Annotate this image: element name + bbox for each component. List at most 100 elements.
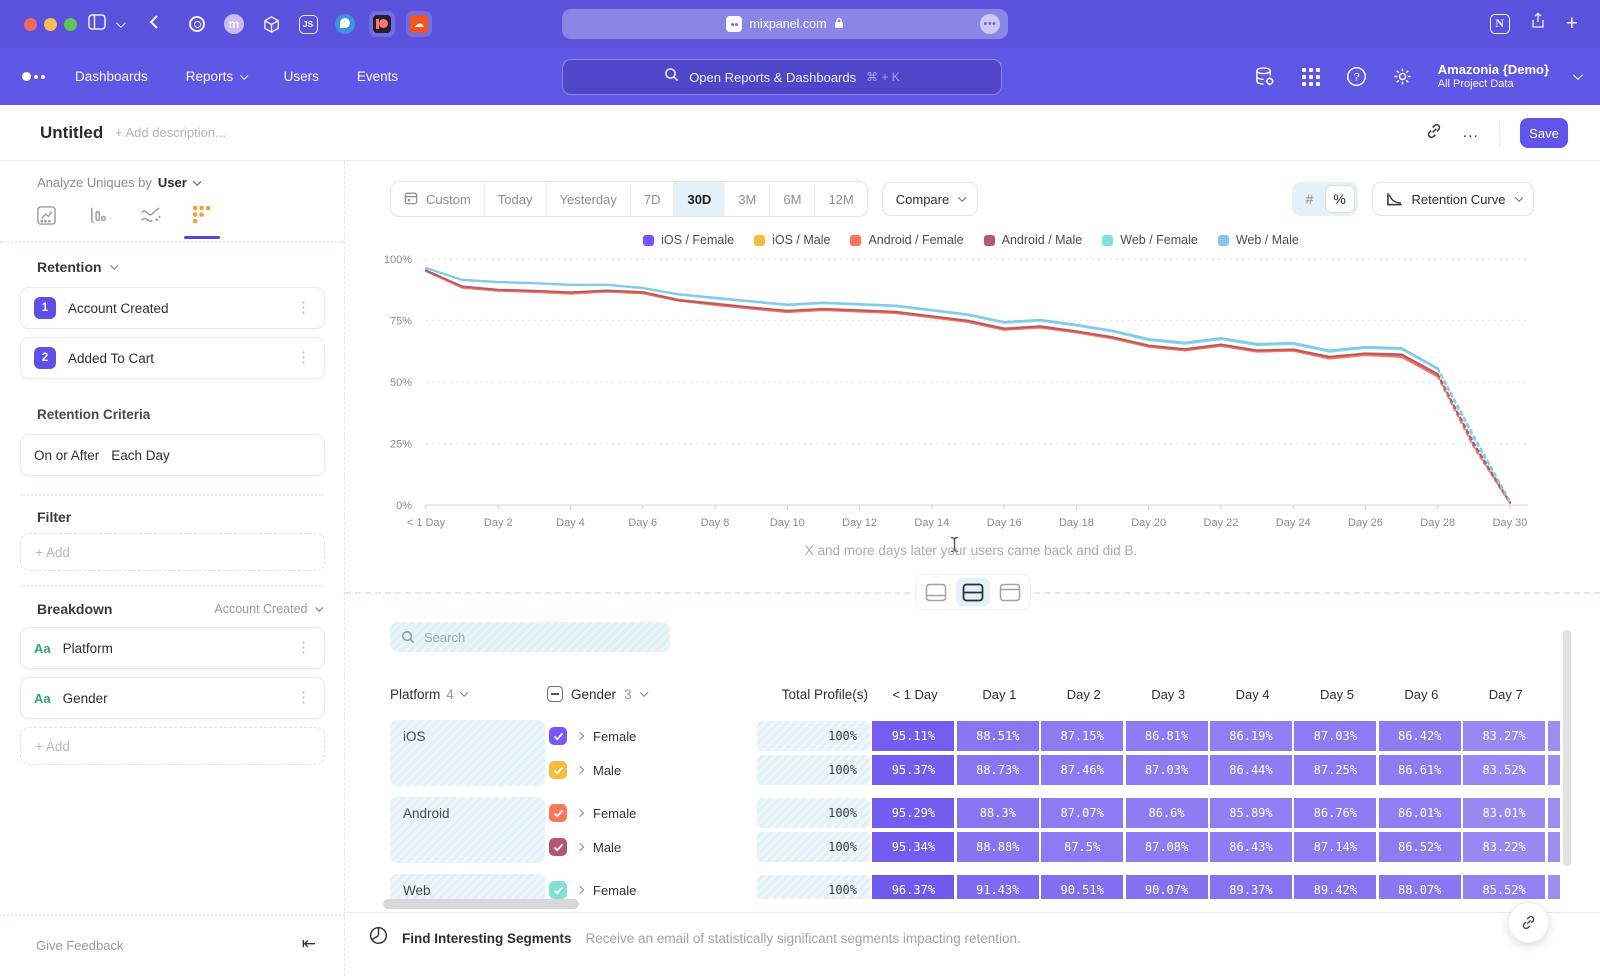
notion-icon[interactable]: N [1490,14,1510,34]
nav-item-reports[interactable]: Reports [186,69,246,84]
add-filter-button[interactable]: + Add [20,533,325,571]
back-button[interactable] [149,14,159,35]
segments-title[interactable]: Find Interesting Segments [402,931,572,946]
settings-gear-icon[interactable] [1392,66,1414,88]
series-checkbox[interactable] [549,761,567,779]
chart-type-selector[interactable]: Retention Curve [1372,182,1534,216]
column-header-day-7[interactable]: Day 7 [1465,687,1547,702]
retention-cell[interactable]: 86.44% [1210,755,1292,785]
data-management-icon[interactable] [1254,66,1276,88]
close-window-button[interactable] [24,18,37,31]
retention-cell[interactable]: 87.25% [1294,755,1376,785]
retention-cell[interactable]: 96.37% [872,875,954,899]
add-breakdown-button[interactable]: + Add [20,727,325,765]
retention-cell[interactable]: 86.42% [1379,721,1461,751]
platform-cell[interactable]: Web [390,874,545,899]
column-header-day-3[interactable]: Day 3 [1127,687,1209,702]
retention-cell[interactable]: 95.37% [872,755,954,785]
layout-table-focus-button[interactable] [993,578,1027,606]
global-search[interactable]: Open Reports & Dashboards ⌘ + K [562,59,1002,95]
retention-cell[interactable]: 91.43% [957,875,1039,899]
tab-funnels[interactable] [84,205,112,235]
retention-cell[interactable]: 83.27% [1463,721,1545,751]
tab-insights[interactable] [32,205,60,235]
nav-item-events[interactable]: Events [357,69,398,84]
series-checkbox[interactable] [549,838,567,856]
retention-step-account-created[interactable]: 1Account Created⋮ [20,287,325,329]
maximize-window-button[interactable] [64,18,77,31]
retention-cell[interactable]: 89.37% [1210,875,1292,899]
retention-cell[interactable]: 85.52% [1463,875,1545,899]
tab-retention[interactable] [188,205,216,235]
add-description[interactable]: + Add description... [115,125,226,140]
retention-cell[interactable]: 86.43% [1210,832,1292,862]
expand-chevron-icon[interactable] [576,809,584,817]
extension-onepassword-icon[interactable] [184,11,210,37]
range-12m[interactable]: 12M [815,182,866,216]
retention-cell[interactable]: 90.07% [1126,875,1208,899]
column-header-day-4[interactable]: Day 4 [1212,687,1294,702]
breakdown-item-platform[interactable]: AaPlatform⋮ [20,627,325,669]
column-header-total[interactable]: Total Profile(s) [757,687,870,702]
range-today[interactable]: Today [485,182,547,216]
retention-cell[interactable]: 86.61% [1379,755,1461,785]
range-7d[interactable]: 7D [631,182,675,216]
retention-cell[interactable]: 86.01% [1379,798,1461,828]
org-switcher[interactable]: Amazonia {Demo} All Project Data [1438,62,1549,92]
table-search-input[interactable]: Search [390,622,670,652]
save-button[interactable]: Save [1520,118,1568,148]
gender-select-all-checkbox[interactable] [547,686,563,702]
column-header-platform[interactable]: Platform 4 [390,687,547,702]
legend-item-web-male[interactable]: Web / Male [1218,233,1299,247]
range-custom[interactable]: Custom [391,182,485,216]
retention-cell[interactable]: 88.3% [957,798,1039,828]
layout-chart-focus-button[interactable] [919,578,953,606]
retention-cell[interactable]: 88.73% [957,755,1039,785]
legend-item-web-female[interactable]: Web / Female [1102,233,1198,247]
minimize-window-button[interactable] [44,18,57,31]
unit-number-button[interactable]: # [1295,185,1325,213]
extension-m-avatar-icon[interactable]: m [221,11,247,37]
chevron-down-icon[interactable] [116,18,126,28]
retention-cell[interactable]: 88.51% [957,721,1039,751]
range-30d[interactable]: 30D [674,182,725,216]
criteria-each-day[interactable]: Each Day [111,448,170,463]
column-header-day-6[interactable]: Day 6 [1380,687,1462,702]
retention-criteria-card[interactable]: On or After Each Day [20,434,325,476]
retention-section-label[interactable]: Retention [37,259,102,275]
extension-patreon-icon[interactable] [369,11,395,37]
retention-cell[interactable]: 89.42% [1294,875,1376,899]
legend-item-android-female[interactable]: Android / Female [850,233,963,247]
retention-cell[interactable]: 83.01% [1463,798,1545,828]
kebab-menu-icon[interactable]: ⋮ [296,355,311,361]
copy-link-icon[interactable] [1425,122,1443,145]
compare-button[interactable]: Compare [882,182,978,216]
retention-cell[interactable]: 87.14% [1294,832,1376,862]
kebab-menu-icon[interactable]: ⋮ [296,305,311,311]
collapse-sidebar-icon[interactable]: ⇤ [302,934,316,954]
retention-cell[interactable]: 86.19% [1210,721,1292,751]
nav-item-users[interactable]: Users [284,69,319,84]
series-checkbox[interactable] [549,804,567,822]
chart-caption[interactable]: X and more days later your users came ba… [426,543,1516,558]
retention-cell[interactable]: 88.88% [957,832,1039,862]
platform-cell[interactable]: Android [390,797,545,863]
extension-js-icon[interactable]: JS [295,11,321,37]
expand-chevron-icon[interactable] [576,766,584,774]
retention-cell[interactable]: 87.07% [1041,798,1123,828]
more-options-button[interactable]: ... [1463,124,1479,142]
expand-chevron-icon[interactable] [576,843,584,851]
criteria-on-or-after[interactable]: On or After [34,448,99,463]
layout-split-button[interactable] [956,578,990,606]
floating-share-link-button[interactable] [1508,902,1549,943]
platform-cell[interactable]: iOS [390,720,545,786]
give-feedback-link[interactable]: Give Feedback [36,938,123,953]
retention-cell[interactable]: 87.08% [1126,832,1208,862]
kebab-menu-icon[interactable]: ⋮ [296,645,311,651]
vertical-scrollbar[interactable] [1563,630,1571,866]
share-icon[interactable] [1530,12,1546,35]
retention-cell[interactable]: 88.07% [1379,875,1461,899]
retention-cell[interactable]: 95.34% [872,832,954,862]
breakdown-item-gender[interactable]: AaGender⋮ [20,677,325,719]
column-header-day-1[interactable]: Day 1 [958,687,1040,702]
